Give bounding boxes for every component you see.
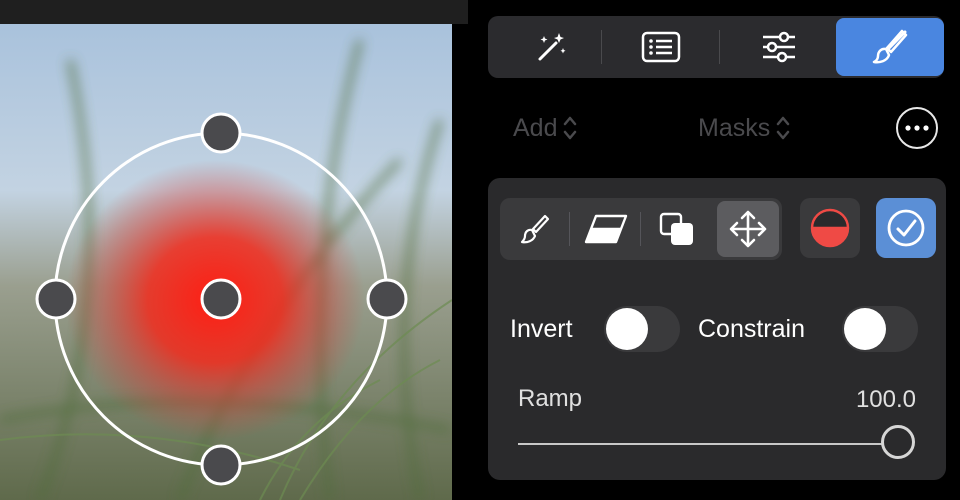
invert-label: Invert: [510, 315, 573, 343]
sidebar-panel: Add Masks Invert Constrain Ramp 100.0: [468, 0, 960, 500]
mask-overlay-toggle-button[interactable]: [800, 198, 860, 258]
overlap-icon: [659, 212, 693, 245]
sliders-icon: [763, 31, 795, 63]
toolbar-tab-history[interactable]: [607, 18, 715, 76]
chevron-updown-icon: [776, 115, 790, 141]
tool-divider: [640, 212, 641, 246]
mask-confirm-button[interactable]: [876, 198, 936, 258]
mask-intersect-tool[interactable]: [646, 201, 708, 257]
mask-center-handle[interactable]: [200, 278, 242, 320]
mask-handle-left[interactable]: [35, 278, 77, 320]
ramp-label: Ramp: [518, 385, 583, 412]
eraser-icon: [584, 214, 628, 244]
tool-divider: [569, 212, 570, 246]
mask-brush-tool[interactable]: [504, 201, 566, 257]
mask-eraser-tool[interactable]: [575, 201, 637, 257]
ellipsis-icon: [905, 125, 929, 131]
constrain-toggle[interactable]: [842, 306, 918, 352]
more-options-button[interactable]: [896, 107, 938, 149]
add-dropdown-label: Add: [513, 113, 558, 142]
brush-icon: [520, 214, 550, 244]
mask-handle-top[interactable]: [200, 112, 242, 154]
magic-wand-icon: [538, 33, 566, 61]
checkmark-circle-icon: [887, 209, 925, 247]
ramp-slider-track[interactable]: [518, 443, 892, 445]
constrain-label: Constrain: [698, 315, 805, 343]
mask-tools-panel: Invert Constrain Ramp 100.0: [488, 178, 946, 480]
chevron-updown-icon: [563, 115, 577, 141]
photo-image: [0, 0, 468, 500]
mask-tools-group: [500, 198, 782, 260]
toolbar-divider: [719, 30, 720, 64]
toolbar-divider: [601, 30, 602, 64]
masks-dropdown[interactable]: Masks: [698, 110, 790, 146]
mask-move-tool[interactable]: [717, 201, 779, 257]
photo-canvas[interactable]: [0, 0, 468, 500]
top-toolbar: [488, 16, 944, 78]
toggle-knob: [844, 308, 886, 350]
toolbar-tab-presets[interactable]: [496, 18, 604, 76]
toolbar-tab-masks[interactable]: [836, 18, 944, 76]
invert-toggle[interactable]: [604, 306, 680, 352]
masks-dropdown-label: Masks: [698, 113, 771, 142]
brush-icon: [872, 29, 908, 64]
half-red-circle-icon: [810, 208, 850, 248]
list-icon: [641, 31, 681, 63]
toggle-knob: [606, 308, 648, 350]
mask-handle-bottom[interactable]: [200, 444, 242, 486]
ramp-slider-thumb[interactable]: [881, 425, 915, 459]
toolbar-tab-adjust[interactable]: [725, 18, 833, 76]
mask-handle-right[interactable]: [366, 278, 408, 320]
add-dropdown[interactable]: Add: [513, 110, 577, 146]
move-arrows-icon: [729, 210, 767, 248]
ramp-value: 100.0: [855, 386, 916, 413]
